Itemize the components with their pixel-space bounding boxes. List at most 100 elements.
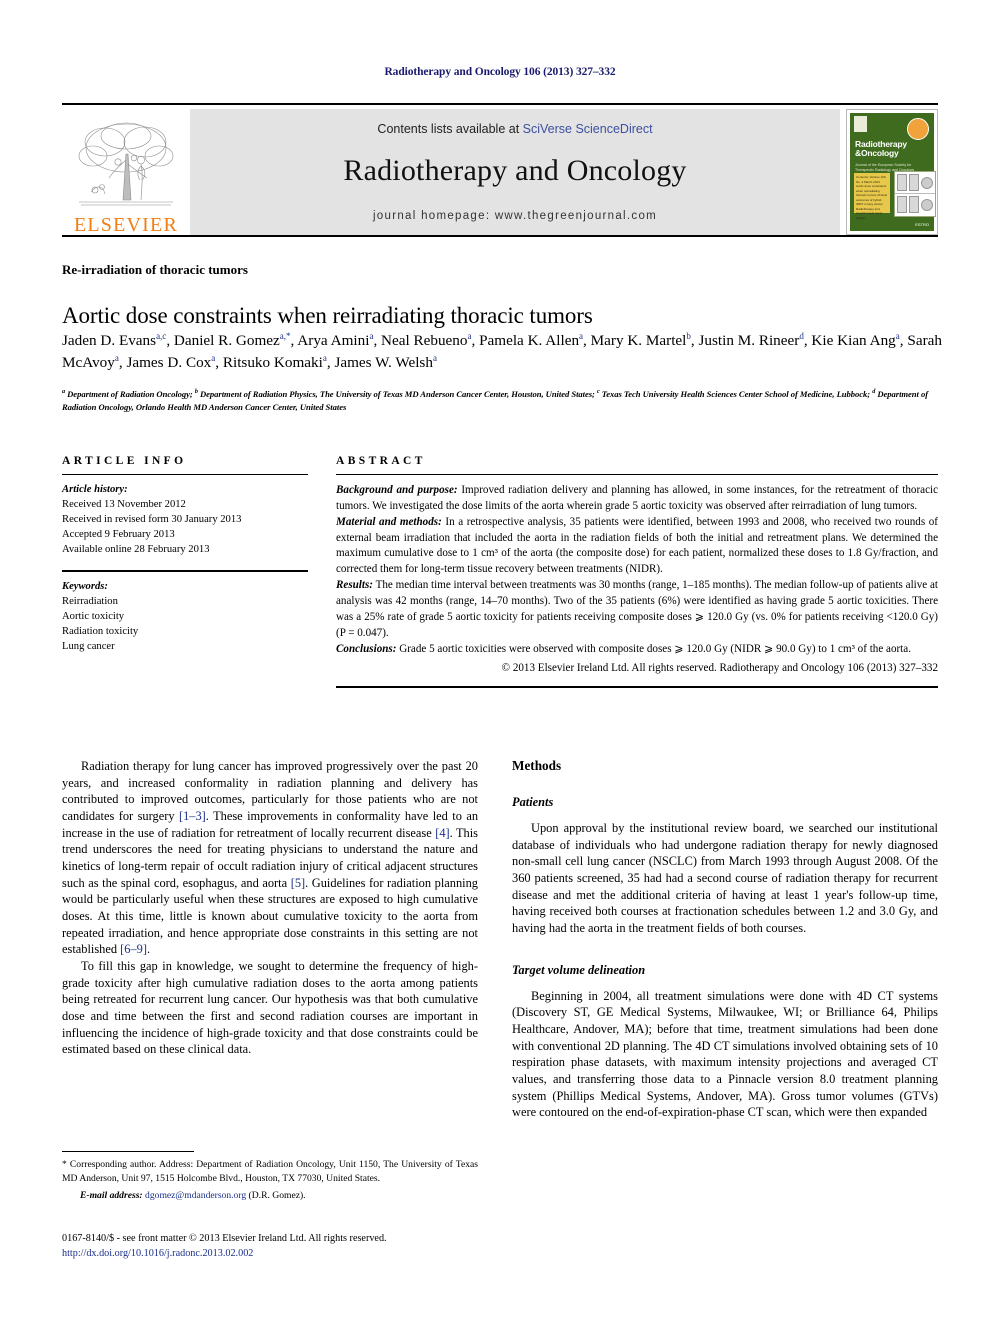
abstract-column: ABSTRACT Background and purpose: Improve…: [336, 455, 938, 688]
masthead-panel: Contents lists available at SciVerse Sci…: [190, 109, 840, 235]
target-volume-heading: Target volume delineation: [512, 962, 646, 977]
author: Jaden D. Evansa,c: [62, 330, 167, 349]
author-affiliation-marker: a,*: [279, 330, 291, 341]
issn-copyright-line: 0167-8140/$ - see front matter © 2013 El…: [62, 1233, 387, 1244]
author-list: Jaden D. Evansa,c, Daniel R. Gomeza,*, A…: [62, 330, 942, 372]
keyword-item: Reirradiation: [62, 595, 118, 607]
abstract-conclusions-text: Grade 5 aortic toxicities were observed …: [396, 642, 911, 655]
cover-figure-thumb: [909, 196, 919, 213]
email-label: E-mail address:: [80, 1190, 143, 1202]
keyword-item: Aortic toxicity: [62, 610, 125, 622]
affiliation-marker: a: [62, 388, 66, 396]
intro-paragraph-2: To fill this gap in knowledge, we sought…: [62, 959, 478, 1057]
reference-link[interactable]: [1–3]: [179, 809, 206, 823]
abstract-methods-label: Material and methods:: [336, 515, 442, 528]
author: Neal Rebuenoa: [381, 330, 472, 349]
author: Justin M. Rineerd: [698, 330, 804, 349]
cover-toc-text: Contents: Volume 106, No. 3 March 2013 A…: [856, 175, 888, 220]
journal-masthead: ELSEVIER Contents lists available at Sci…: [62, 103, 938, 237]
abstract-heading: ABSTRACT: [336, 455, 426, 467]
masthead-top-rule: [62, 103, 938, 105]
footnote-rule: [62, 1151, 194, 1153]
homepage-url[interactable]: www.thegreenjournal.com: [495, 210, 657, 222]
author-affiliation-marker: d: [799, 330, 804, 341]
author-affiliation-marker: a,c: [156, 330, 167, 341]
affiliation-text: Department of Radiation Oncology;: [67, 389, 193, 399]
affiliation-marker: b: [194, 388, 198, 396]
sciencedirect-link[interactable]: SciVerse ScienceDirect: [523, 122, 653, 136]
methods-heading: Methods: [512, 758, 562, 773]
keywords-rule: [62, 570, 308, 572]
journal-cover-thumbnail: Radiotherapy &Oncology Journal of the Eu…: [846, 109, 938, 235]
patients-text: Upon approval by the institutional revie…: [512, 820, 938, 937]
keyword-item: Lung cancer: [62, 640, 115, 652]
affiliation-text: Texas Tech University Health Sciences Ce…: [601, 389, 871, 399]
abstract-background-label: Background and purpose:: [336, 484, 458, 496]
homepage-prefix: journal homepage:: [372, 210, 495, 222]
cover-figure-thumb: [921, 198, 933, 211]
article-info-column: ARTICLE INFO Article history: Received 1…: [62, 455, 308, 654]
cover-figure-row: [895, 172, 935, 194]
author-affiliation-marker: a: [211, 352, 216, 363]
abstract-results-label: Results:: [336, 579, 373, 592]
article-history-item: Accepted 9 February 2013: [62, 529, 175, 541]
author: James D. Coxa: [126, 352, 216, 372]
patients-heading: Patients: [512, 795, 554, 809]
author-affiliation-marker: a: [895, 330, 900, 341]
affiliation-text: Department of Radiation Physics, The Uni…: [200, 389, 595, 399]
cover-figure-thumb: [897, 196, 907, 213]
elsevier-wordmark: ELSEVIER: [73, 214, 179, 236]
affiliation-list: a Department of Radiation Oncology; b De…: [62, 388, 938, 415]
contents-prefix: Contents lists available at: [377, 122, 523, 136]
doi-link[interactable]: http://dx.doi.org/10.1016/j.radonc.2013.…: [62, 1247, 492, 1262]
author-affiliation-marker: a: [579, 330, 584, 341]
corresponding-author-note: * Corresponding author. Address: Departm…: [62, 1159, 478, 1184]
author-affiliation-marker: a: [369, 330, 374, 341]
author-affiliation-marker: a: [322, 352, 327, 363]
body-column-right: Methods Patients Upon approval by the in…: [512, 758, 938, 1121]
email-note: E-mail address: dgomez@mdanderson.org (D…: [62, 1189, 478, 1202]
journal-homepage-line: journal homepage: www.thegreenjournal.co…: [190, 210, 840, 222]
elsevier-tree-icon: [78, 122, 174, 206]
footnote-area: * Corresponding author. Address: Departm…: [62, 1151, 478, 1203]
keywords-label: Keywords:: [62, 580, 108, 592]
body-column-left: Radiation therapy for lung cancer has im…: [62, 758, 478, 1058]
author-affiliation-marker: a: [114, 352, 119, 363]
affiliation-marker: d: [872, 388, 876, 396]
paper-page: Radiotherapy and Oncology 106 (2013) 327…: [0, 0, 992, 1323]
article-history-item: Received 13 November 2012: [62, 499, 186, 511]
author: Pamela K. Allena: [479, 330, 584, 349]
author: James W. Welsha: [334, 352, 437, 372]
cover-figure-thumb: [897, 174, 907, 191]
cover-society-logo: ESTRO: [915, 222, 929, 227]
author-affiliation-marker: a: [432, 352, 437, 363]
article-section-label: Re-irradiation of thoracic tumors: [62, 262, 248, 277]
masthead-bottom-rule: [62, 235, 938, 237]
reference-link[interactable]: [5]: [291, 876, 305, 890]
cover-toc-box: Contents: Volume 106, No. 3 March 2013 A…: [854, 173, 890, 220]
cover-figure-row: [895, 194, 935, 215]
reference-link[interactable]: [4]: [435, 826, 449, 840]
history-list: Received 13 November 2012 Received in rev…: [62, 497, 308, 557]
author-affiliation-marker: b: [686, 330, 691, 341]
cover-title-line2: &Oncology: [855, 147, 899, 158]
target-volume-text: Beginning in 2004, all treatment simulat…: [512, 988, 938, 1121]
abstract-background: Background and purpose: Improved radiati…: [336, 483, 938, 515]
cover-title: Radiotherapy &Oncology: [855, 140, 930, 158]
abstract-bottom-rule: [336, 686, 938, 688]
email-link[interactable]: dgomez@mdanderson.org: [145, 1190, 246, 1201]
author: Mary K. Martelb: [590, 330, 691, 349]
running-head-citation: Radiotherapy and Oncology 106 (2013) 327…: [384, 66, 616, 78]
abstract-conclusions-label: Conclusions:: [336, 642, 397, 655]
abstract-body: Background and purpose: Improved radiati…: [336, 483, 938, 677]
abstract-copyright: © 2013 Elsevier Ireland Ltd. All rights …: [501, 662, 938, 675]
article-history-item: Received in revised form 30 January 2013: [62, 514, 242, 526]
abstract-results: Results: The median time interval betwee…: [336, 578, 938, 641]
cover-elsevier-mark: [854, 116, 867, 132]
reference-link[interactable]: [6–9]: [120, 942, 147, 956]
patients-paragraph-1: Upon approval by the institutional revie…: [512, 821, 938, 936]
contents-lists-line: Contents lists available at SciVerse Sci…: [190, 109, 840, 136]
author: Daniel R. Gomeza,*: [173, 330, 291, 349]
abstract-methods: Material and methods: In a retrospective…: [336, 515, 938, 578]
journal-title: Radiotherapy and Oncology: [343, 154, 687, 187]
